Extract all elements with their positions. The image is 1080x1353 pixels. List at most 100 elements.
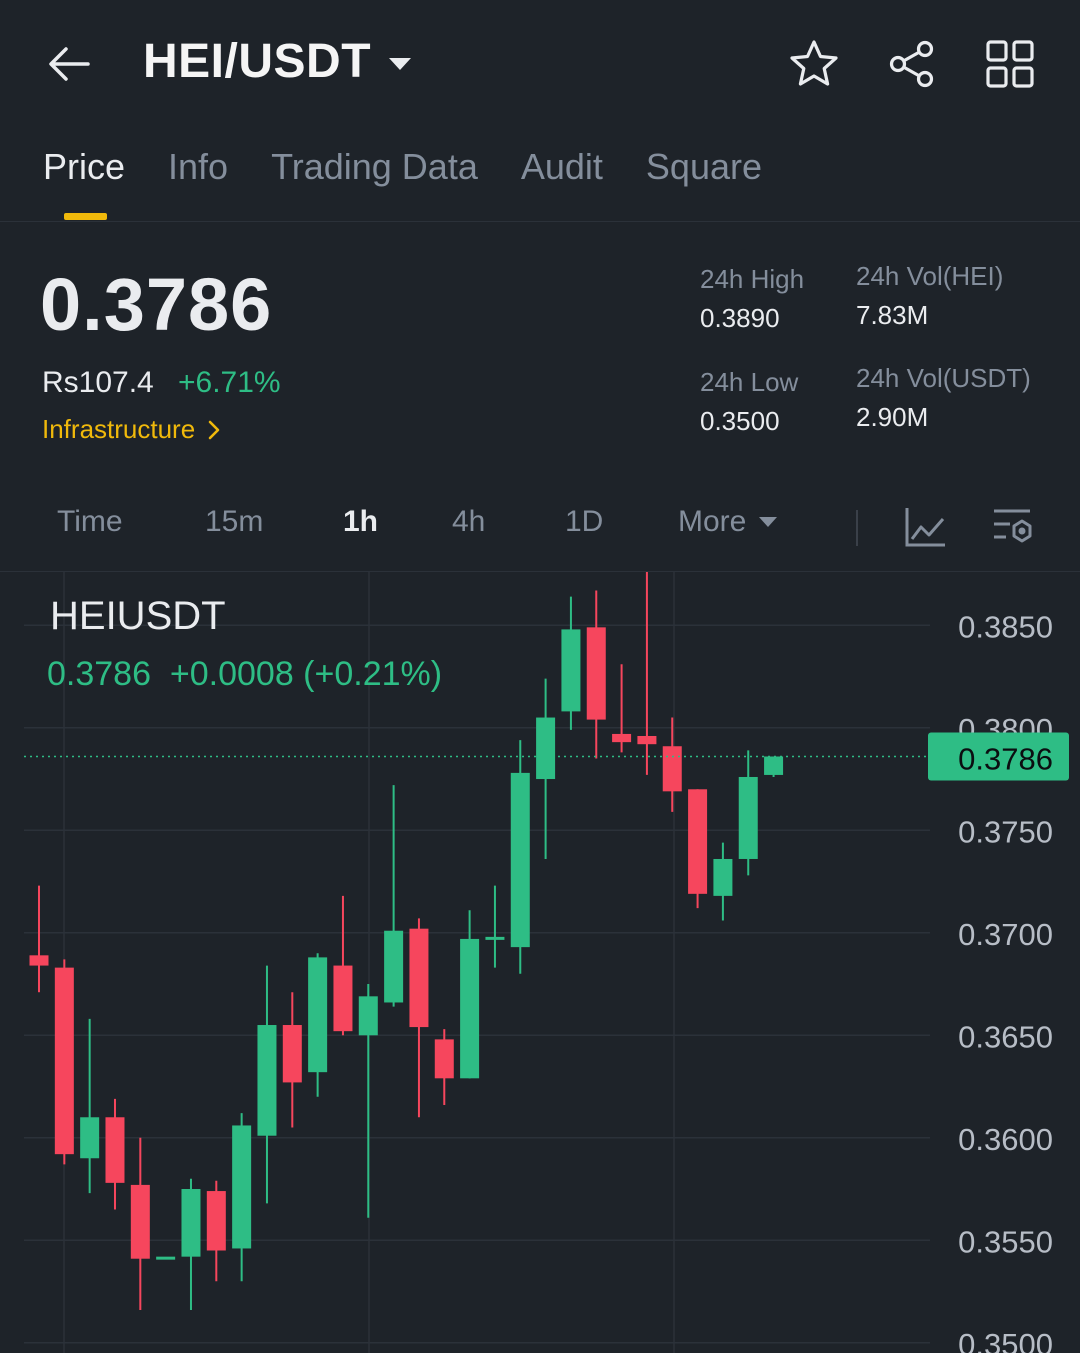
candle-body	[713, 858, 733, 896]
candle	[688, 789, 708, 909]
candle-body	[80, 1117, 100, 1159]
candle	[384, 785, 404, 1007]
candle-body	[130, 1184, 150, 1259]
category-link[interactable]: Infrastructure	[42, 414, 221, 445]
candle-body	[333, 965, 353, 1032]
interval-4h[interactable]: 4h	[452, 505, 485, 539]
candle	[206, 1180, 226, 1282]
interval-time[interactable]: Time	[57, 505, 123, 539]
tab-info[interactable]: Info	[168, 146, 228, 188]
back-arrow-icon[interactable]	[44, 38, 96, 90]
y-tick-label: 0.3750	[958, 814, 1053, 849]
candle	[460, 910, 480, 1079]
divider	[856, 510, 858, 546]
price-change-percent: +6.71%	[178, 366, 281, 399]
interval-more[interactable]: More	[678, 505, 778, 539]
candle-body	[688, 789, 708, 894]
y-tick-label: 0.3550	[958, 1224, 1053, 1259]
chart-settings-icon[interactable]	[992, 506, 1036, 548]
candle	[308, 953, 328, 1097]
stat-vol-quote-label: 24h Vol(USDT)	[856, 363, 1031, 393]
y-tick-label: 0.3500	[958, 1327, 1053, 1353]
candle	[232, 1113, 252, 1282]
candle-body	[54, 967, 74, 1155]
interval-1d[interactable]: 1D	[565, 505, 603, 539]
candle	[105, 1098, 125, 1210]
stat-high-value: 0.3890	[700, 303, 780, 333]
stat-low-label: 24h Low	[700, 367, 799, 397]
candle-body	[510, 772, 530, 948]
candle	[637, 572, 657, 775]
tab-audit[interactable]: Audit	[521, 146, 603, 188]
candle	[536, 678, 556, 859]
category-label: Infrastructure	[42, 414, 196, 444]
tab-square[interactable]: Square	[646, 146, 762, 188]
candle	[485, 885, 505, 968]
candle-body	[206, 1191, 226, 1251]
candle-body	[282, 1025, 302, 1083]
stat-vol-base-value: 7.83M	[856, 300, 929, 330]
candle-body	[637, 735, 657, 745]
candle-body	[561, 629, 581, 712]
stat-low-value: 0.3500	[700, 406, 780, 436]
caret-down-icon	[389, 57, 412, 70]
chart-symbol: HEIUSDT	[50, 594, 226, 638]
grid-icon[interactable]	[984, 38, 1036, 90]
candle-body	[662, 746, 682, 792]
candle-body	[29, 955, 49, 966]
candle	[29, 885, 49, 993]
candle	[409, 918, 429, 1118]
candle	[257, 965, 277, 1204]
candle	[612, 664, 632, 753]
stat-vol-quote-value: 2.90M	[856, 402, 929, 432]
candle-body	[358, 996, 378, 1036]
pair-title: HEI/USDT	[143, 35, 372, 88]
candle	[586, 590, 606, 759]
interval-1h[interactable]: 1h	[343, 505, 378, 539]
candle	[662, 717, 682, 812]
interval-15m[interactable]: 15m	[205, 505, 263, 539]
y-tick-label: 0.3600	[958, 1122, 1053, 1157]
candle-body	[586, 627, 606, 720]
candle-body	[536, 717, 556, 780]
candle-body	[764, 756, 784, 775]
candle	[282, 992, 302, 1128]
fiat-price: Rs107.4	[42, 366, 154, 399]
candle	[510, 740, 530, 974]
stat-vol-base-label: 24h Vol(HEI)	[856, 261, 1004, 291]
candle-body	[156, 1256, 176, 1260]
candle-body	[612, 733, 632, 743]
candle	[738, 750, 758, 876]
stat-high-label: 24h High	[700, 264, 805, 294]
tab-trading-data[interactable]: Trading Data	[271, 146, 478, 188]
share-icon[interactable]	[886, 38, 938, 90]
current-price-label: 0.3786	[958, 741, 1053, 776]
candle-body	[434, 1039, 454, 1079]
candle-body	[181, 1189, 201, 1257]
candle	[80, 1018, 100, 1194]
candle-body	[308, 957, 328, 1073]
indicator-chart-icon[interactable]	[903, 505, 947, 549]
star-icon[interactable]	[788, 38, 840, 90]
candle-body	[384, 930, 404, 1003]
candle-body	[409, 928, 429, 1028]
candle	[156, 1256, 176, 1260]
candle	[434, 1029, 454, 1105]
caret-down-icon	[759, 517, 778, 527]
y-tick-label: 0.3850	[958, 609, 1053, 644]
y-tick-label: 0.3650	[958, 1019, 1053, 1054]
candle-body	[460, 938, 480, 1079]
candle-body	[232, 1125, 252, 1249]
candle	[54, 959, 74, 1165]
y-tick-label: 0.3700	[958, 917, 1053, 952]
candle	[561, 596, 581, 730]
candle-body	[257, 1025, 277, 1136]
interval-more-label: More	[678, 505, 747, 538]
chart-quote: 0.3786 +0.0008 (+0.21%)	[47, 655, 443, 693]
candle	[764, 756, 784, 777]
candle-body	[105, 1117, 125, 1183]
candle	[333, 895, 353, 1036]
pair-selector[interactable]: HEI/USDT	[143, 34, 413, 89]
last-price: 0.3786	[40, 263, 273, 346]
tab-price[interactable]: Price	[43, 146, 125, 188]
